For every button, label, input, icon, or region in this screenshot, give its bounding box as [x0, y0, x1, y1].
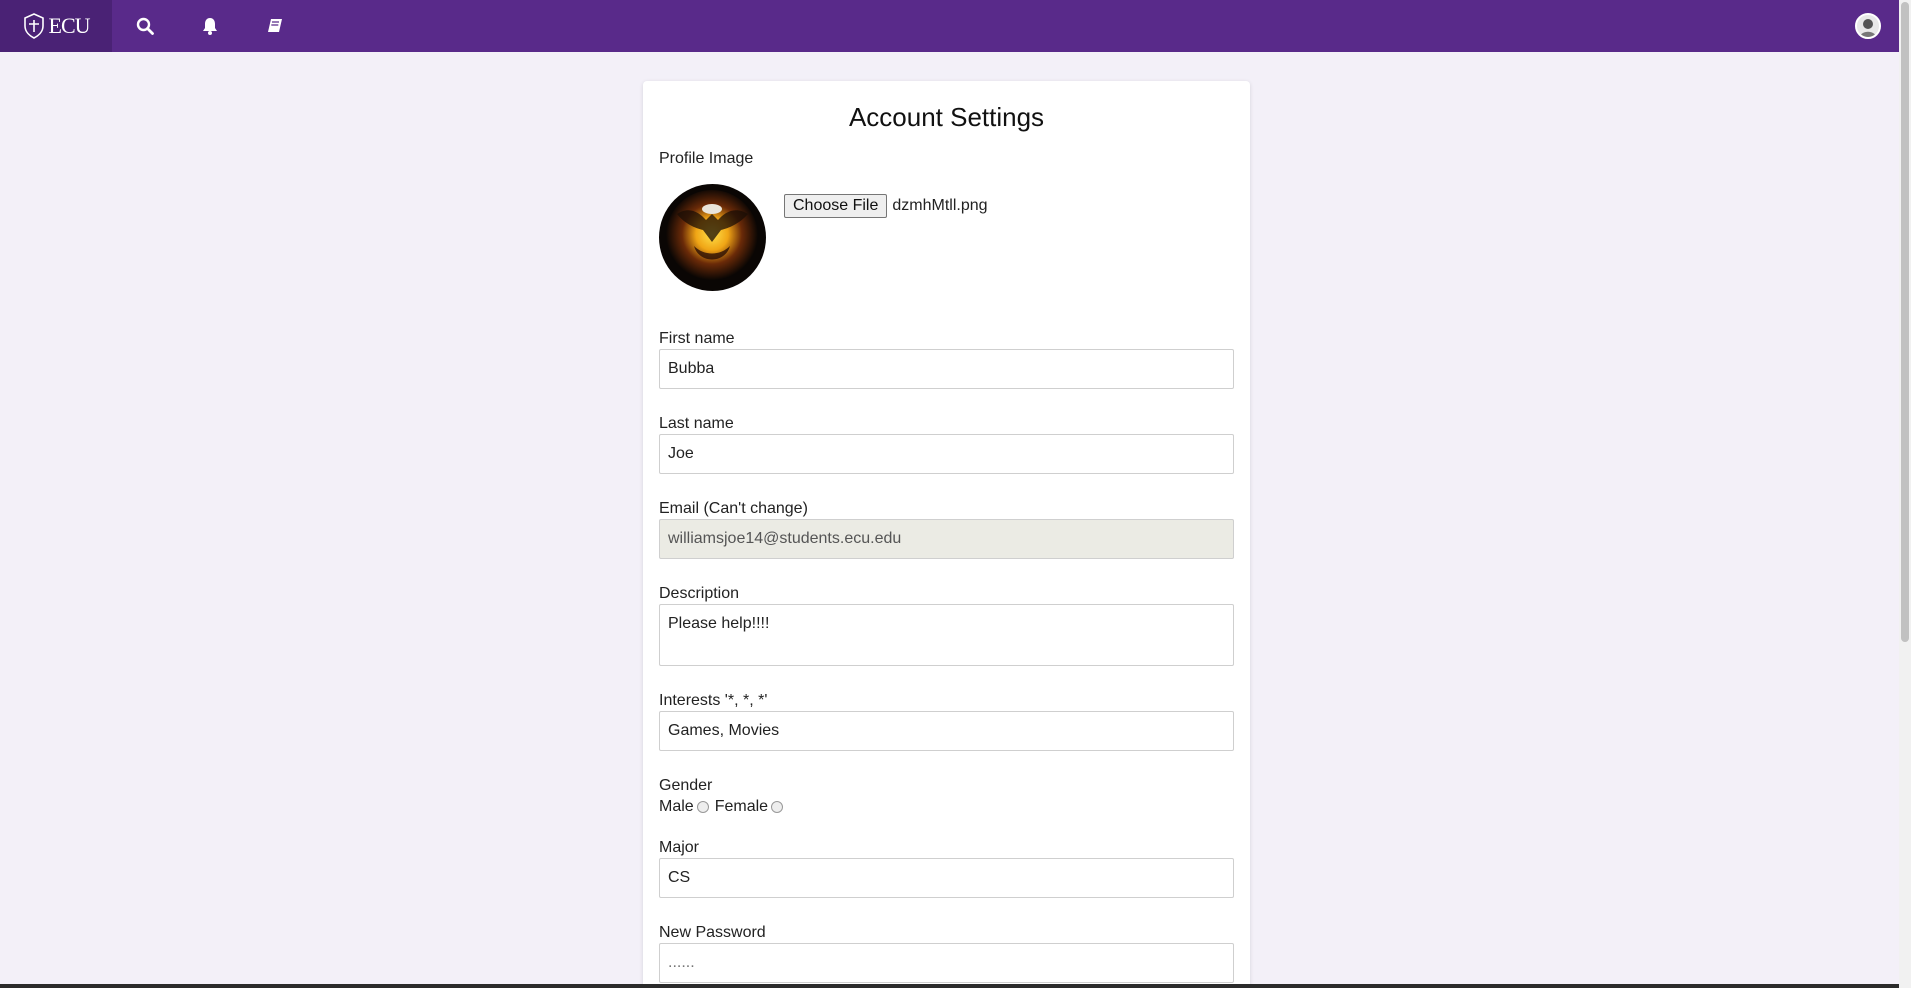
page-title: Account Settings: [848, 102, 1045, 132]
search-icon: [136, 17, 154, 35]
profile-image-row: Choose File dzmhMtll.png: [659, 184, 1234, 292]
gender-label: Gender: [659, 777, 713, 794]
first-name-label: First name: [659, 330, 735, 347]
description-group: Description Please help!!!!: [659, 585, 1234, 666]
gender-female-radio[interactable]: [771, 801, 784, 813]
search-button[interactable]: [112, 0, 177, 52]
top-navbar: ECU: [0, 0, 1899, 52]
file-upload: Choose File dzmhMtll.png: [784, 192, 988, 220]
last-name-group: Last name: [659, 415, 1234, 474]
last-name-label: Last name: [659, 415, 734, 432]
email-label: Email (Can't change): [659, 500, 808, 517]
bottom-edge: [0, 984, 1899, 988]
book-icon: [267, 19, 282, 32]
new-password-label: New Password: [659, 924, 766, 941]
first-name-input[interactable]: [659, 349, 1234, 389]
profile-image: [659, 184, 766, 291]
account-settings-card: Account Settings Profile Image Choose Fi…: [643, 81, 1250, 988]
major-group: Major: [659, 839, 1234, 898]
gender-male-label: Male: [659, 798, 694, 815]
selected-file-name: dzmhMtll.png: [892, 197, 988, 214]
interests-label: Interests '*, *, *': [659, 692, 768, 709]
shield-icon: [23, 13, 44, 39]
gender-options: Male Female: [659, 798, 1234, 816]
courses-button[interactable]: [242, 0, 307, 52]
major-label: Major: [659, 839, 700, 856]
description-textarea[interactable]: Please help!!!!: [659, 604, 1234, 666]
page-scrollbar[interactable]: [1899, 0, 1911, 988]
gender-female-label: Female: [714, 798, 769, 815]
brand-logo[interactable]: ECU: [0, 0, 112, 52]
new-password-group: New Password: [659, 924, 1234, 983]
interests-input[interactable]: [659, 711, 1234, 751]
profile-image-label: Profile Image: [659, 150, 754, 167]
user-avatar[interactable]: [1855, 13, 1881, 39]
bell-icon: [202, 18, 217, 35]
gender-group: Gender Male Female: [659, 777, 1234, 816]
user-avatar-icon: [1857, 15, 1879, 37]
last-name-input[interactable]: [659, 434, 1234, 474]
choose-file-button[interactable]: Choose File: [784, 194, 888, 218]
interests-group: Interests '*, *, *': [659, 692, 1234, 751]
description-label: Description: [659, 585, 740, 602]
gender-male-radio[interactable]: [696, 801, 709, 813]
email-input: [659, 519, 1234, 559]
major-input[interactable]: [659, 858, 1234, 898]
profile-image-graphic: [659, 184, 766, 291]
email-group: Email (Can't change): [659, 500, 1234, 559]
brand-text: ECU: [48, 13, 91, 38]
first-name-group: First name: [659, 330, 1234, 389]
scrollbar-thumb[interactable]: [1901, 2, 1909, 642]
new-password-input[interactable]: [659, 943, 1234, 983]
notifications-button[interactable]: [177, 0, 242, 52]
